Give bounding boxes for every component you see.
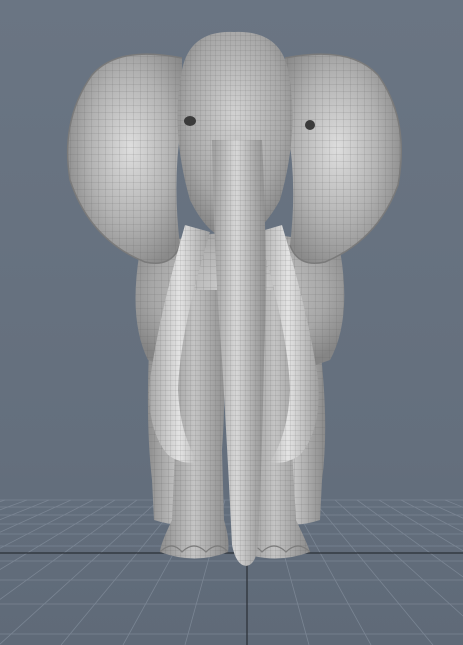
grid-line xyxy=(0,499,116,570)
right-ear xyxy=(284,53,403,264)
grid-line xyxy=(0,499,72,533)
grid-line xyxy=(378,499,463,552)
grid-line xyxy=(400,499,463,533)
left-eye xyxy=(184,116,196,126)
right-eye xyxy=(305,120,315,130)
grid-line xyxy=(0,499,50,521)
grid-line xyxy=(0,499,6,503)
grid-line xyxy=(444,499,463,508)
viewport-scene[interactable] xyxy=(0,0,463,645)
left-ear xyxy=(66,53,183,264)
elephant-model[interactable] xyxy=(66,31,403,566)
grid-line xyxy=(0,499,138,600)
3d-viewport[interactable] xyxy=(0,0,463,645)
